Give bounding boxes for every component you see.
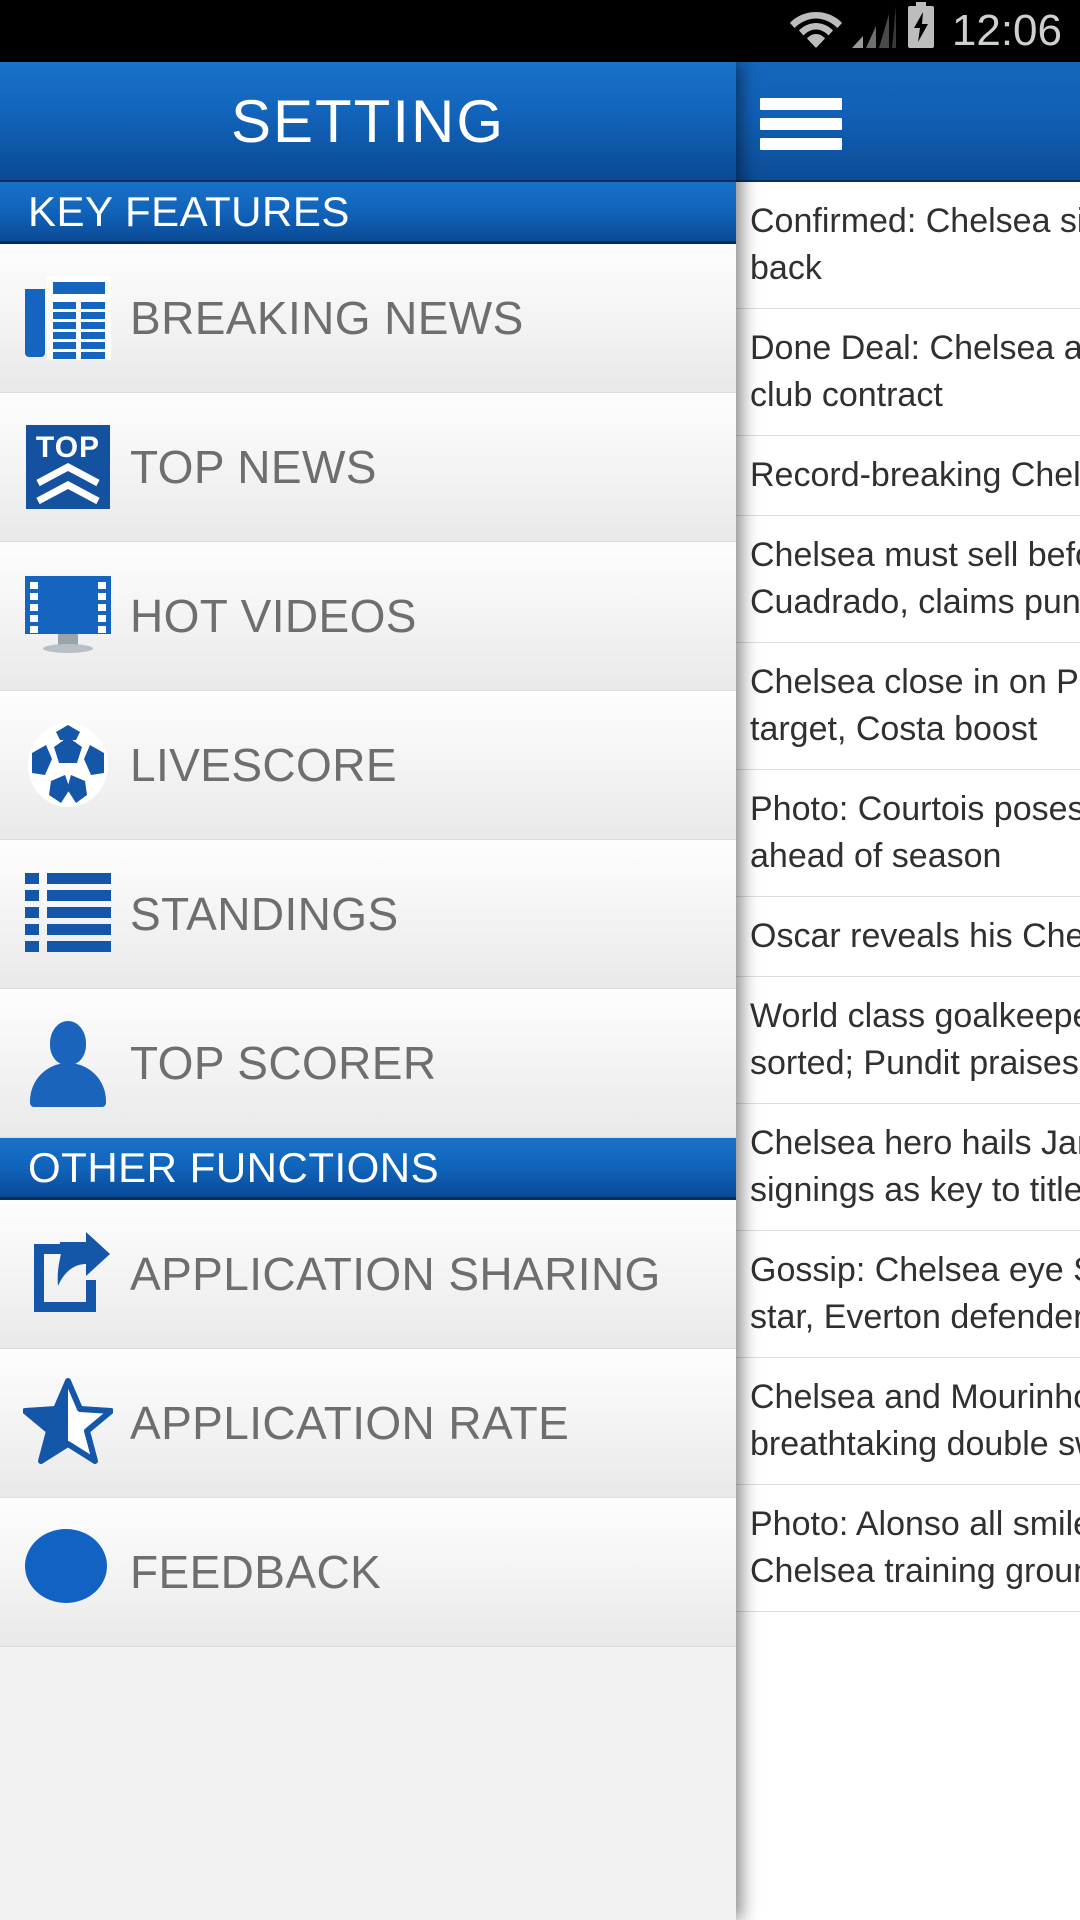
row-icon-slot [22,1375,114,1471]
news-headline-item[interactable]: Chelsea must sell before signing Cuadrado… [736,516,1080,643]
half-star-icon [22,1377,114,1469]
news-headline-line: ahead of season [750,837,1002,875]
drawer-item-label: TOP NEWS [130,441,377,493]
drawer-item-label: HOT VIDEOS [130,590,417,642]
drawer-item-application-rate[interactable]: APPLICATION RATE [0,1349,736,1498]
news-headline-line: target, Costa boost [750,710,1038,748]
news-headline-line: Photo: Alonso all smiles at [750,1505,1080,1543]
top-badge-text: TOP [35,431,101,464]
drawer-item-label: STANDINGS [130,888,399,940]
row-icon-slot [22,866,114,962]
status-bar: 12:06 [0,0,1080,62]
bulleted-list-icon [25,873,111,955]
drawer-item-label: LIVESCORE [130,739,397,791]
news-headline-line: Chelsea and Mourinho plot [750,1378,1080,1416]
drawer-item-label: APPLICATION SHARING [130,1248,661,1300]
hamburger-bar-3 [760,138,842,150]
section-header-2: OTHER FUNCTIONS [0,1138,736,1200]
news-headline-line: star, Everton defender linked [750,1298,1080,1336]
drawer-item-breaking-news[interactable]: BREAKING NEWS [0,244,736,393]
row-icon-slot [22,717,114,813]
feedback-bubble-icon [25,1529,111,1615]
news-headline-line: Done Deal: Chelsea agree five-year [750,329,1080,367]
drawer-item-label: FEEDBACK [130,1546,382,1598]
news-headline-item[interactable]: World class goalkeeper hunt sorted; Pundi… [736,977,1080,1104]
drawer-item-feedback[interactable]: FEEDBACK [0,1498,736,1647]
drawer-item-label: TOP SCORER [130,1037,437,1089]
news-headline-line: Oscar reveals his Chelsea ambition [750,917,1080,955]
news-headline-line: World class goalkeeper hunt [750,997,1080,1035]
news-headline-line: Chelsea training ground [750,1552,1080,1590]
news-headline-item[interactable]: Chelsea and Mourinho plot breathtaking do… [736,1358,1080,1485]
section-header-label: KEY FEATURES [28,187,350,235]
drawer-item-label: BREAKING NEWS [130,292,524,344]
news-headline-list[interactable]: Confirmed: Chelsea sign new left back Done… [736,182,1080,1612]
news-headline-item[interactable]: Confirmed: Chelsea sign new left back [736,182,1080,309]
news-panel: Confirmed: Chelsea sign new left back Done… [736,62,1080,1920]
row-icon-slot [22,568,114,664]
news-headline-line: Chelsea close in on Premier League [750,663,1080,701]
share-document-icon [24,1228,112,1321]
news-headline-line: back [750,249,822,287]
news-headline-item[interactable]: Photo: Alonso all smiles at Chelsea train… [736,1485,1080,1612]
news-headline-item[interactable]: Chelsea hero hails January signings as ke… [736,1104,1080,1231]
news-headline-item[interactable]: Chelsea close in on Premier League target… [736,643,1080,770]
hamburger-bar-2 [760,118,842,130]
drawer-item-top-news[interactable]: TOP TOP NEWS [0,393,736,542]
row-icon-slot [22,1015,114,1111]
news-headline-item[interactable]: Photo: Courtois poses with trophy ahead o… [736,770,1080,897]
drawer-body: KEY FEATURES BREAKING NEWS TOP TOP NEWS HOT … [0,182,736,1647]
section-header-1: KEY FEATURES [0,182,736,244]
news-headline-line: breathtaking double swoop [750,1425,1080,1463]
video-monitor-icon [25,574,111,658]
news-headline-item[interactable]: Done Deal: Chelsea agree five-year club c… [736,309,1080,436]
drawer-item-hot-videos[interactable]: HOT VIDEOS [0,542,736,691]
status-bar-icons [789,2,936,53]
page-title: SETTING [230,87,505,155]
person-icon [26,1019,110,1107]
row-icon-slot [22,270,114,366]
drawer-item-top-scorer[interactable]: TOP SCORER [0,989,736,1138]
news-headline-line: sorted; Pundit praises Blues [750,1044,1080,1082]
news-headline-line: Confirmed: Chelsea sign new left [750,202,1080,240]
hamburger-menu-icon[interactable] [760,98,842,150]
news-headline-line: Chelsea hero hails January [750,1124,1080,1162]
top-chevrons-icon: TOP [26,425,110,509]
drawer-item-application-sharing[interactable]: APPLICATION SHARING [0,1200,736,1349]
soccer-ball-icon [28,723,108,807]
news-headline-item[interactable]: Oscar reveals his Chelsea ambition [736,897,1080,977]
wifi-icon [789,6,842,53]
row-icon-slot [22,1226,114,1322]
row-icon-slot: TOP [22,419,114,515]
drawer-app-bar: SETTING [0,62,736,182]
drawer-item-livescore[interactable]: LIVESCORE [0,691,736,840]
news-headline-line: Chelsea must sell before signing [750,536,1080,574]
news-headline-line: club contract [750,376,943,414]
news-headline-line: signings as key to title bid [750,1171,1080,1209]
news-headline-line: Gossip: Chelsea eye Serie A [750,1251,1080,1289]
news-headline-line: Photo: Courtois poses with trophy [750,790,1080,828]
cellular-signal-icon [851,6,896,53]
phone-screen: 12:06 Confirmed: Chelsea sign new left ba… [0,0,1080,1920]
status-bar-clock: 12:06 [951,6,1062,55]
news-headline-item[interactable]: Gossip: Chelsea eye Serie A star, Everton… [736,1231,1080,1358]
setting-drawer: SETTING KEY FEATURES BREAKING NEWS TOP TOP … [0,62,736,1920]
hamburger-bar-1 [760,98,842,110]
row-icon-slot [22,1524,114,1620]
news-headline-line: Cuadrado, claims pundit [750,583,1080,621]
section-header-label: OTHER FUNCTIONS [28,1143,440,1191]
drawer-item-label: APPLICATION RATE [130,1397,570,1449]
drawer-item-standings[interactable]: STANDINGS [0,840,736,989]
battery-charging-icon [906,2,936,53]
news-headline-item[interactable]: Record-breaking Chelsea star rated [736,436,1080,516]
news-headline-line: Record-breaking Chelsea star rated [750,456,1080,494]
newspaper-icon [25,276,111,360]
